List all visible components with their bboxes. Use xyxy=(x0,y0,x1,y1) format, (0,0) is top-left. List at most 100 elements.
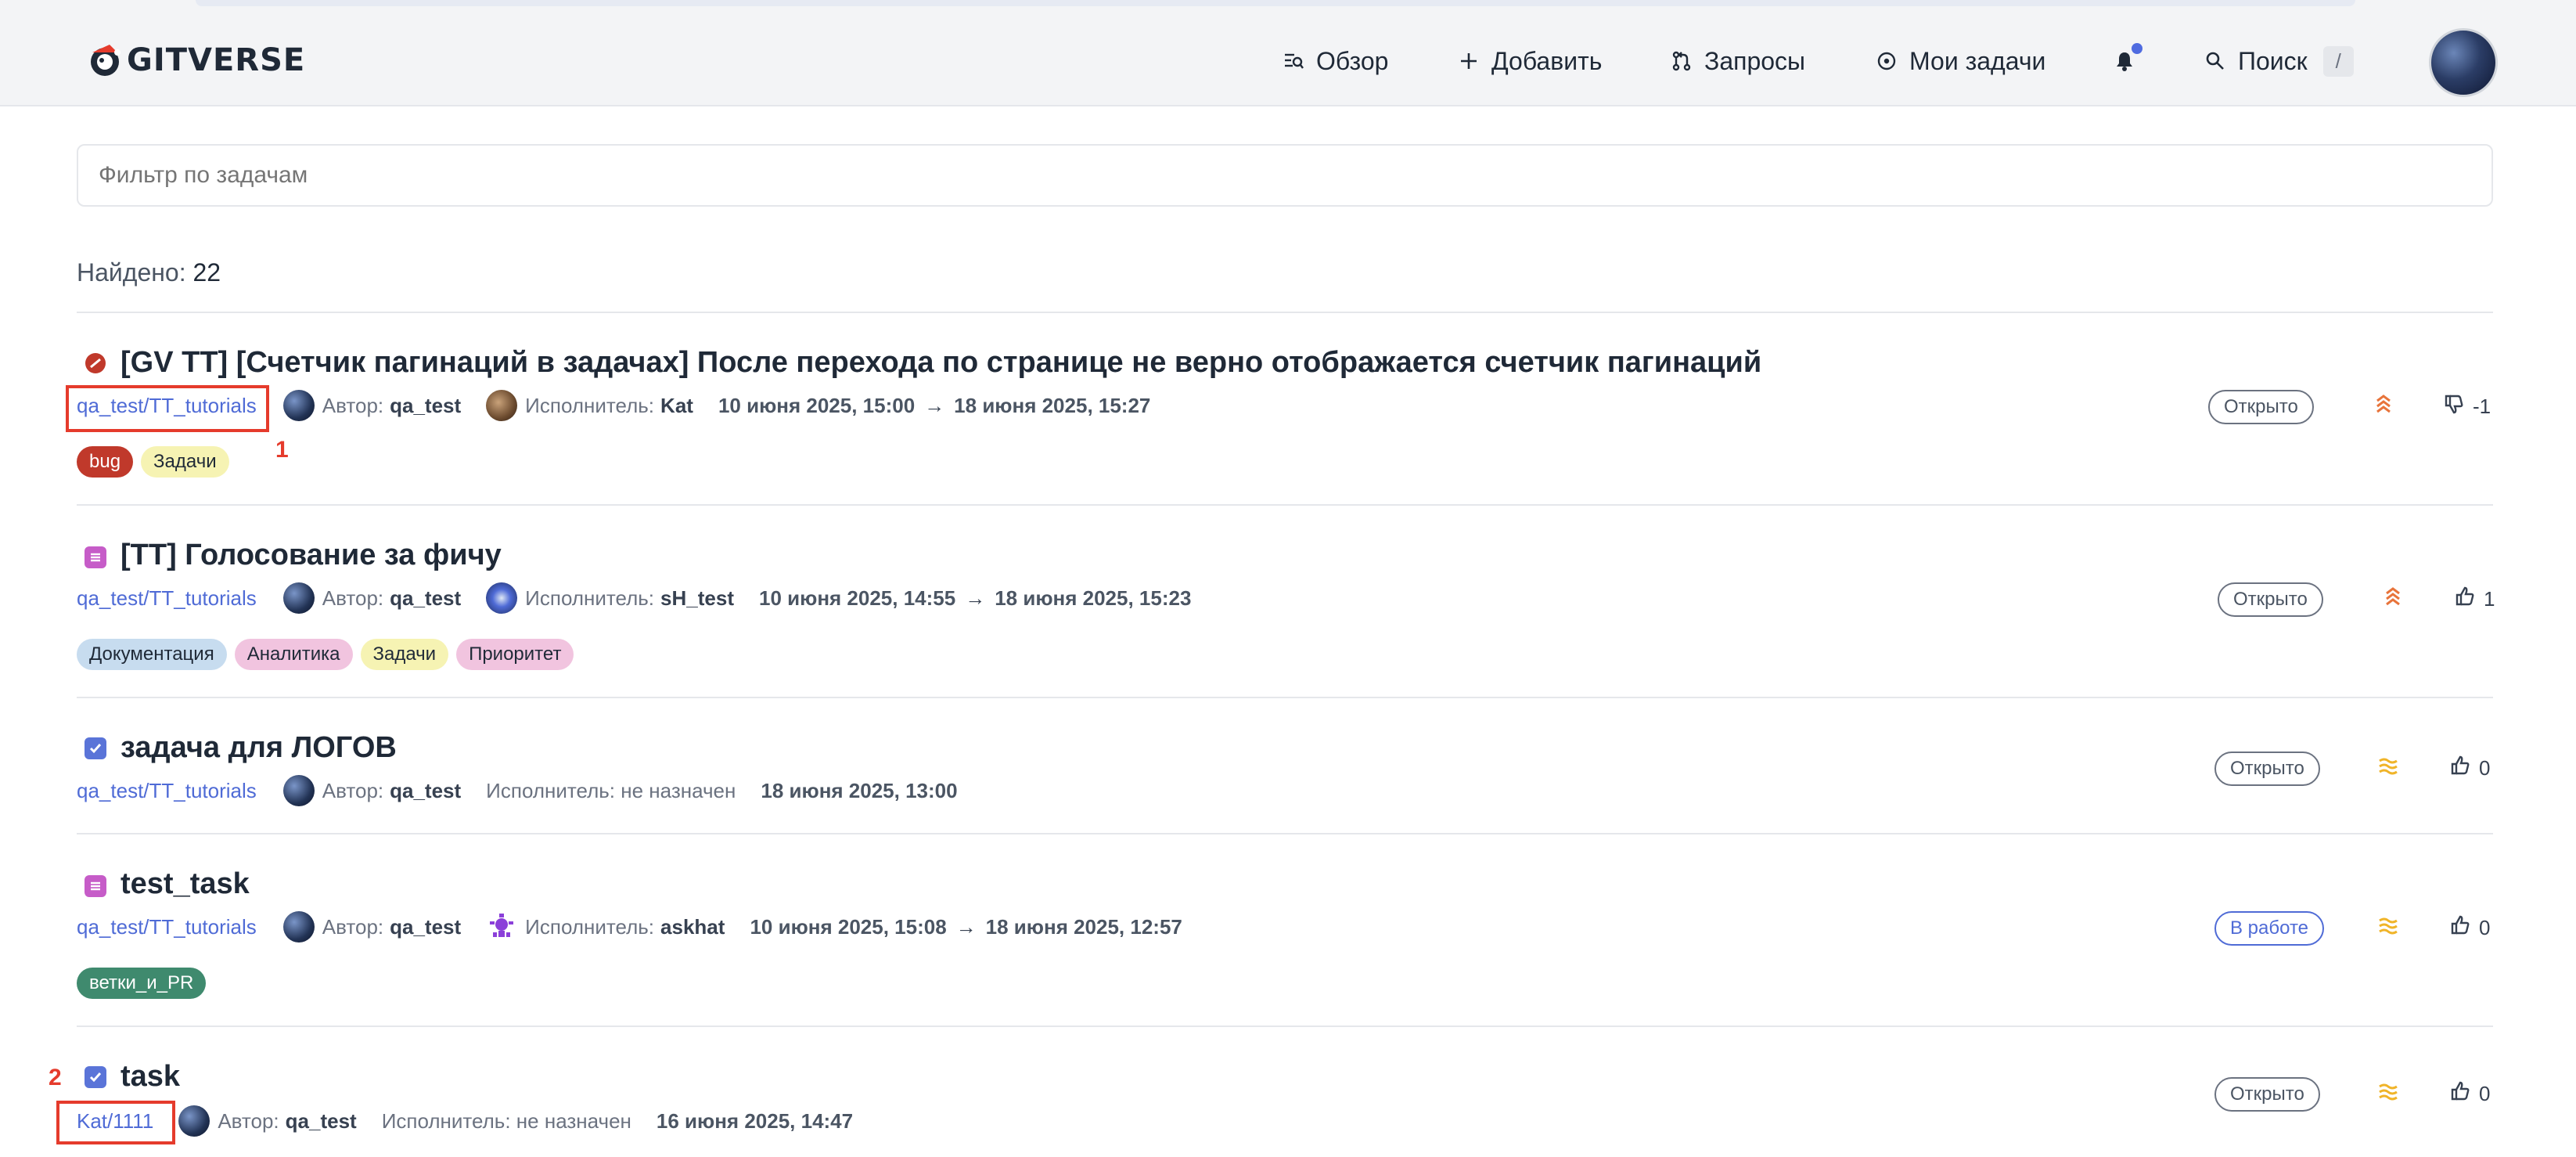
date-from: 10 июня 2025, 14:55 xyxy=(758,586,956,610)
label-bug[interactable]: bug xyxy=(77,446,134,478)
nav-add[interactable]: Добавить xyxy=(1457,16,1602,106)
repo-link[interactable]: qa_test/TT_tutorials xyxy=(77,915,257,939)
author-name[interactable]: qa_test xyxy=(390,779,461,803)
vote-counter[interactable]: 0 xyxy=(2449,1080,2490,1108)
issue-title[interactable]: [TT] Голосование за фичу xyxy=(121,539,502,572)
pull-request-icon xyxy=(1670,49,1693,73)
status-badge: Открыто xyxy=(2218,582,2323,617)
assignee-label: Исполнитель: xyxy=(525,586,655,610)
author-name[interactable]: qa_test xyxy=(390,394,461,418)
author-avatar xyxy=(282,390,315,421)
status-badge: Открыто xyxy=(2214,1077,2320,1112)
divider xyxy=(77,697,2493,698)
vote-count: 1 xyxy=(2484,587,2495,611)
list-icon xyxy=(85,875,106,897)
address-bar-edge xyxy=(196,0,2355,6)
assignee-avatar xyxy=(486,911,518,943)
thumb-up-icon[interactable] xyxy=(2449,755,2471,782)
vote-counter[interactable]: 0 xyxy=(2449,755,2490,782)
date-to: 18 июня 2025, 15:27 xyxy=(954,393,1151,417)
vote-count: -1 xyxy=(2473,395,2491,418)
issue-title[interactable]: test_task xyxy=(121,867,250,901)
gitverse-logo[interactable]: GITVERSE xyxy=(86,41,305,80)
nav-my-tasks[interactable]: Мои задачи xyxy=(1875,16,2045,106)
date-to: 18 июня 2025, 15:23 xyxy=(995,586,1192,610)
author-avatar xyxy=(282,911,315,943)
label-priority[interactable]: Приоритет xyxy=(456,639,574,670)
label-documentation[interactable]: Документация xyxy=(77,639,227,670)
user-avatar[interactable] xyxy=(2429,28,2498,97)
priority-high-icon xyxy=(2374,393,2393,420)
vote-count: 0 xyxy=(2479,916,2491,939)
thumb-up-icon[interactable] xyxy=(2449,914,2471,942)
assignee-name[interactable]: sH_test xyxy=(660,586,734,611)
search-label: Поиск xyxy=(2238,46,2308,75)
assignee-name[interactable]: Kat xyxy=(660,394,693,418)
author-name[interactable]: qa_test xyxy=(390,915,461,939)
nav-my-tasks-label: Мои задачи xyxy=(1909,46,2046,75)
author-label: Автор: xyxy=(322,393,384,417)
notification-dot xyxy=(2132,43,2142,54)
vote-count: 0 xyxy=(2479,756,2491,780)
thumb-down-icon[interactable] xyxy=(2443,393,2465,420)
annotation-box-1 xyxy=(66,385,269,432)
date-from: 10 июня 2025, 15:08 xyxy=(750,914,947,939)
arrow-right-icon: → xyxy=(924,393,945,417)
notifications-button[interactable] xyxy=(2113,16,2147,106)
author-name[interactable]: qa_test xyxy=(286,1109,357,1134)
priority-medium-icon xyxy=(2377,755,2399,782)
label-tasks[interactable]: Задачи xyxy=(141,446,229,478)
vote-counter[interactable]: -1 xyxy=(2443,393,2491,420)
issue-labels: bug Задачи xyxy=(77,446,229,478)
issue-labels: Документация Аналитика Задачи Приоритет xyxy=(77,639,574,670)
issue-labels: ветки_и_PR xyxy=(77,968,207,999)
repo-link[interactable]: qa_test/TT_tutorials xyxy=(77,779,257,803)
label-tasks[interactable]: Задачи xyxy=(360,639,449,670)
bell-icon xyxy=(2113,43,2142,73)
issue-meta: Kat/1111 Автор: qa_test Исполнитель: не … xyxy=(77,1105,853,1137)
annotation-number-1: 1 xyxy=(275,437,289,463)
thumb-up-icon[interactable] xyxy=(2454,586,2476,613)
issue-title[interactable]: задача для ЛОГОВ xyxy=(121,731,397,765)
author-avatar xyxy=(178,1105,210,1137)
assignee-label: Исполнитель: xyxy=(525,914,655,939)
date-from: 10 июня 2025, 15:00 xyxy=(718,393,916,417)
found-count: Найдено: 22 xyxy=(77,258,221,287)
label-branches-pr[interactable]: ветки_и_PR xyxy=(77,968,207,999)
search-button[interactable]: Поиск / xyxy=(2204,16,2354,106)
issue-filter-input[interactable] xyxy=(77,144,2493,207)
label-analytics[interactable]: Аналитика xyxy=(234,639,353,670)
assignee-unassigned: Исполнитель: не назначен xyxy=(486,778,736,802)
assignee-name[interactable]: askhat xyxy=(660,915,725,939)
priority-medium-icon xyxy=(2377,1080,2399,1108)
vote-counter[interactable]: 0 xyxy=(2449,914,2490,942)
arrow-right-icon: → xyxy=(955,914,977,939)
thumb-up-icon[interactable] xyxy=(2449,1080,2471,1108)
divider xyxy=(77,1025,2493,1027)
nav-add-label: Добавить xyxy=(1491,46,1603,75)
issue-circle-icon xyxy=(1875,49,1898,73)
nav-overview[interactable]: Обзор xyxy=(1282,16,1388,106)
assignee-avatar xyxy=(486,582,518,614)
issue-title[interactable]: [GV TT] [Счетчик пагинаций в задачах] По… xyxy=(121,346,1761,380)
author-avatar xyxy=(282,582,315,614)
issue-meta: qa_test/TT_tutorials Автор: qa_test Испо… xyxy=(77,582,1191,614)
divider xyxy=(77,312,2493,313)
status-badge: Открыто xyxy=(2208,390,2314,424)
author-avatar xyxy=(282,775,315,806)
priority-medium-icon xyxy=(2377,914,2399,942)
repo-link[interactable]: qa_test/TT_tutorials xyxy=(77,586,257,611)
search-icon xyxy=(2204,49,2227,73)
issue-meta: qa_test/TT_tutorials Автор: qa_test Испо… xyxy=(77,911,1182,943)
date-to: 18 июня 2025, 13:00 xyxy=(761,778,958,802)
bug-icon xyxy=(85,352,106,374)
nav-overview-label: Обзор xyxy=(1316,46,1389,75)
divider xyxy=(77,504,2493,506)
date-to: 16 июня 2025, 14:47 xyxy=(656,1108,854,1133)
vote-counter[interactable]: 1 xyxy=(2454,586,2495,613)
annotation-number-2: 2 xyxy=(49,1065,62,1090)
author-label: Автор: xyxy=(322,914,384,939)
issue-title[interactable]: task xyxy=(121,1060,180,1094)
author-name[interactable]: qa_test xyxy=(390,586,461,611)
nav-requests[interactable]: Запросы xyxy=(1670,16,1805,106)
